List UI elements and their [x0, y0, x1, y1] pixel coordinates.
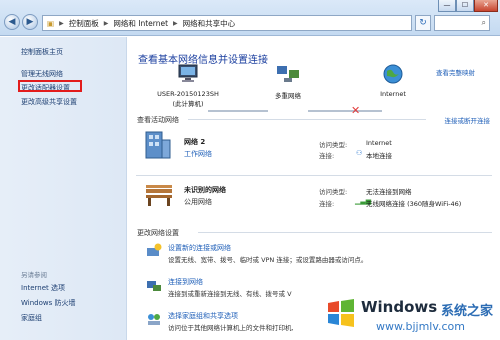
task-description: 访问位于其他网络计算机上的文件和打印机, [168, 324, 294, 332]
sidebar-item-advanced-sharing[interactable]: 更改高级共享设置 [21, 97, 77, 107]
network-icon [277, 66, 299, 82]
map-connector [366, 110, 382, 112]
sidebar-item-firewall[interactable]: Windows 防火墙 [21, 298, 75, 308]
address-bar-area: — ☐ ✕ ◀ ▶ ▣ ▶ 控制面板 ▶ 网络和 Internet ▶ 网络和共… [0, 0, 500, 36]
refresh-icon[interactable]: ↻ [415, 15, 431, 31]
back-button[interactable]: ◀ [4, 14, 20, 30]
maximize-button[interactable]: ☐ [456, 0, 474, 12]
chevron-right-icon: ▶ [173, 19, 178, 27]
internet-label: Internet [380, 90, 406, 98]
network-category-link[interactable]: 工作网络 [184, 149, 212, 159]
access-type-value: Internet [366, 139, 392, 147]
search-icon: ⌕ [481, 18, 486, 27]
connect-network-icon [147, 281, 161, 291]
connection-label: 连接: [319, 152, 335, 160]
full-map-link[interactable]: 查看完整映射 [436, 67, 475, 77]
computer-icon [178, 64, 198, 82]
map-connector [208, 110, 268, 112]
homegroup-icon [148, 314, 160, 325]
broken-connection-icon: ✕ [351, 104, 361, 117]
highlight-box [18, 80, 82, 92]
see-also-heading: 另请参阅 [21, 271, 47, 279]
map-multiple-networks[interactable]: 多重网络 [263, 64, 313, 100]
change-settings-heading: 更改网络设置 [137, 229, 179, 237]
active-networks-heading: 查看活动网络 [137, 116, 179, 124]
new-connection-icon [147, 243, 162, 256]
divider [136, 175, 492, 176]
close-button[interactable]: ✕ [474, 0, 498, 12]
chevron-right-icon: ▶ [59, 19, 64, 27]
task-description: 连接到或重新连接到无线、有线、拨号或 V [168, 290, 292, 298]
sidebar-item-internet-options[interactable]: Internet 选项 [21, 283, 65, 293]
watermark: Windows 系统之家 www.bjjmlv.com [316, 292, 500, 340]
computer-label: USER-20150123SH [157, 90, 219, 98]
watermark-brand: Windows [361, 298, 438, 316]
public-network-icon [146, 185, 172, 206]
map-computer[interactable]: USER-20150123SH (此计算机) [148, 64, 228, 108]
access-type-label: 访问类型: [319, 188, 348, 196]
task-link[interactable]: 连接到网络 [168, 277, 203, 287]
globe-icon [383, 64, 403, 84]
task-description: 设置无线、宽带、拨号、临时或 VPN 连接；或设置路由器或访问点。 [168, 256, 368, 264]
divider [188, 119, 426, 120]
search-input[interactable]: ⌕ [434, 15, 490, 31]
access-type-label: 访问类型: [319, 141, 348, 149]
folder-icon: ▣ [47, 18, 55, 28]
forward-button[interactable]: ▶ [22, 14, 38, 30]
connection-label: 连接: [319, 200, 335, 208]
task-link[interactable]: 选择家庭组和共享选项 [168, 311, 238, 321]
sidebar-item-homegroup[interactable]: 家庭组 [21, 313, 42, 323]
windows-logo-icon [328, 299, 354, 327]
watermark-cn: 系统之家 [441, 304, 494, 319]
breadcrumb[interactable]: ▣ ▶ 控制面板 ▶ 网络和 Internet ▶ 网络和共享中心 [42, 15, 412, 31]
chevron-right-icon: ▶ [103, 19, 109, 27]
ethernet-icon: ⚇ [356, 149, 363, 157]
access-type-value: 无法连接到网络 [366, 188, 412, 196]
minimize-button[interactable]: — [438, 0, 456, 12]
network-label: 多重网络 [275, 92, 301, 100]
computer-sublabel: (此计算机) [172, 100, 204, 108]
network-category: 公用网络 [184, 198, 212, 206]
breadcrumb-item[interactable]: 控制面板 [69, 18, 99, 29]
connect-disconnect-link[interactable]: 连接或断开连接 [445, 115, 491, 125]
work-network-icon [145, 131, 171, 159]
map-internet[interactable]: Internet [368, 64, 418, 98]
watermark-url: www.bjjmlv.com [376, 320, 465, 333]
sidebar-home-link[interactable]: 控制面板主页 [21, 47, 63, 57]
connection-link[interactable]: 本地连接 [366, 150, 392, 160]
network-name: 网络 2 [184, 138, 206, 146]
network-name: 未识别的网络 [184, 186, 226, 194]
sidebar-item-manage-wireless[interactable]: 管理无线网络 [21, 69, 63, 79]
divider [198, 232, 492, 233]
breadcrumb-item[interactable]: 网络和共享中心 [183, 18, 236, 29]
task-link[interactable]: 设置新的连接或网络 [168, 243, 231, 253]
connection-link[interactable]: 无线网络连接 (360随身WiFi-46) [366, 198, 461, 208]
breadcrumb-item[interactable]: 网络和 Internet [113, 18, 168, 29]
